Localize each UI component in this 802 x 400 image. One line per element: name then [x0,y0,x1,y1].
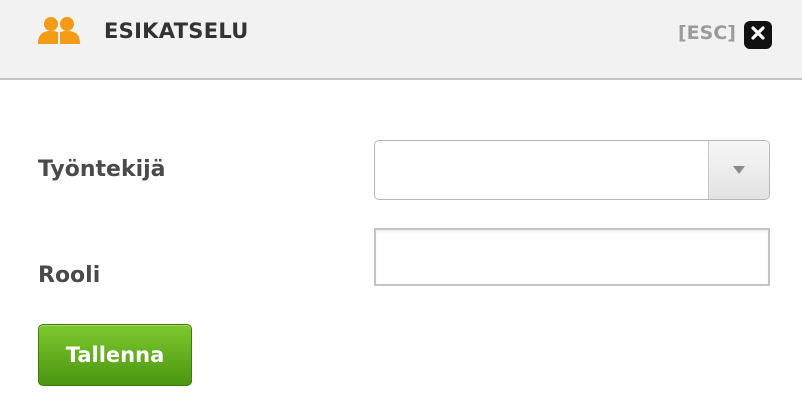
users-icon [38,16,80,46]
save-button[interactable]: Tallenna [38,324,192,386]
close-icon [750,25,766,45]
dialog-header: ESIKATSELU [ESC] [0,0,802,80]
chevron-down-icon [733,166,745,174]
esc-hint: [ESC] [678,22,736,44]
role-input[interactable] [374,228,770,286]
role-label: Rooli [38,263,101,288]
preview-dialog: ESIKATSELU [ESC] Työntekijä Rooli Tallen… [0,0,802,400]
employee-select[interactable] [374,140,770,200]
employee-label: Työntekijä [38,157,166,182]
close-button[interactable] [744,21,772,49]
dialog-title: ESIKATSELU [104,19,249,43]
dropdown-toggle[interactable] [708,141,769,199]
